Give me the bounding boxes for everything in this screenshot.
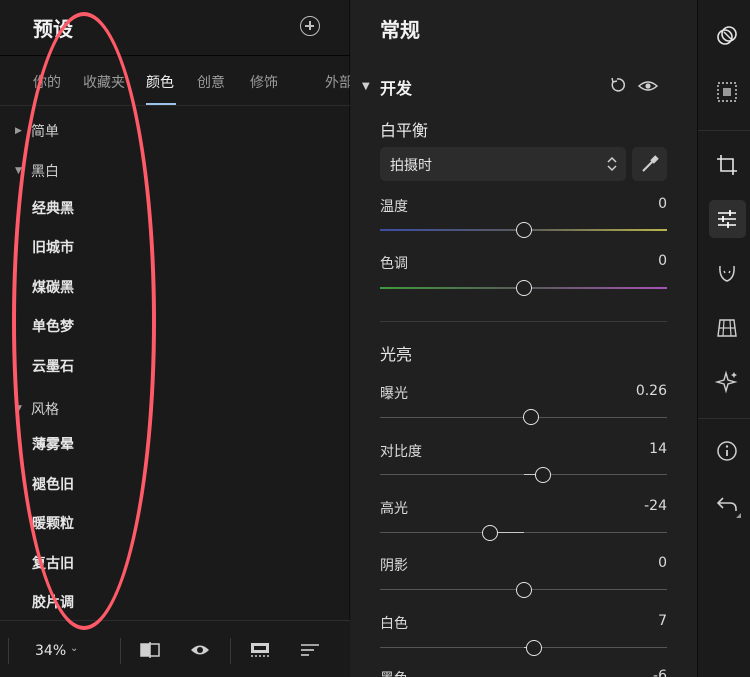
edit-panel-title: 常规 (380, 18, 420, 42)
slider-value-whites[interactable]: 7 (658, 613, 667, 629)
crop-icon[interactable] (715, 153, 739, 177)
group-label: 黑白 (31, 164, 59, 180)
group-style[interactable]: ▼ 风格 (0, 398, 300, 420)
toolbar-divider (8, 638, 9, 664)
tint-slider-thumb[interactable] (516, 280, 532, 296)
group-bw[interactable]: ▼ 黑白 (0, 160, 300, 182)
section-divider (380, 321, 667, 322)
slider-label-highlights: 高光 (380, 501, 408, 517)
slider-value-exposure[interactable]: 0.26 (636, 383, 667, 399)
slider-label-shadows: 阴影 (380, 558, 408, 574)
preset-item[interactable]: 胶片调 (32, 592, 74, 612)
section-expanded-arrow-icon[interactable]: ▼ (362, 81, 370, 92)
slider-value-blacks[interactable]: -6 (653, 668, 667, 677)
collapsed-arrow-icon: ▶ (15, 126, 22, 136)
zoom-level[interactable]: 34% (35, 643, 66, 659)
filmstrip-icon[interactable] (250, 642, 270, 658)
group-label: 简单 (31, 124, 59, 140)
reset-icon[interactable] (609, 77, 625, 93)
tab-external[interactable]: 外部 (325, 72, 350, 92)
tool-strip (697, 0, 750, 677)
ai-sparkle-icon[interactable] (715, 370, 739, 394)
eye-icon[interactable] (190, 642, 210, 658)
presets-panel: 预设 你的 收藏夹 颜色 创意 修饰 外部 ▶ 简单 ▼ 黑白 经典黑 旧城市 … (0, 0, 350, 677)
presets-header: 预设 (0, 0, 350, 56)
preset-item[interactable]: 褪色旧 (32, 474, 74, 494)
tab-creative[interactable]: 创意 (197, 72, 225, 92)
preset-item[interactable]: 暖颗粒 (32, 513, 74, 533)
toolbar-divider (120, 638, 121, 664)
compare-icon[interactable] (140, 642, 160, 658)
shadows-slider-thumb[interactable] (516, 582, 532, 598)
sort-icon[interactable] (300, 642, 320, 658)
exposure-slider-thumb[interactable] (523, 409, 539, 425)
tab-favorites[interactable]: 收藏夹 (83, 72, 125, 92)
slider-label-contrast: 对比度 (380, 444, 422, 460)
preset-tree: ▶ 简单 ▼ 黑白 经典黑 旧城市 煤碳黑 单色梦 云墨石 ▼ 风格 薄雾晕 褪… (0, 108, 350, 620)
eyedropper-button[interactable] (632, 147, 667, 181)
preset-item[interactable]: 旧城市 (32, 237, 74, 257)
white-balance-value: 拍摄时 (390, 158, 432, 174)
light-title: 光亮 (380, 345, 413, 364)
tab-color[interactable]: 颜色 (146, 72, 174, 92)
mask-icon[interactable] (715, 80, 739, 104)
whites-slider-thumb[interactable] (526, 640, 542, 656)
group-simple[interactable]: ▶ 简单 (0, 120, 300, 142)
eyedropper-icon (642, 155, 659, 172)
undo-expand-icon[interactable] (735, 512, 743, 520)
slider-label-whites: 白色 (380, 616, 408, 632)
slider-value-contrast[interactable]: 14 (649, 441, 667, 457)
presets-tabs: 你的 收藏夹 颜色 创意 修饰 外部 (0, 56, 350, 106)
expanded-arrow-icon: ▼ (15, 404, 22, 414)
white-balance-title: 白平衡 (380, 121, 429, 140)
contrast-slider-thumb[interactable] (535, 467, 551, 483)
adjust-icon[interactable] (715, 207, 739, 231)
preset-item[interactable]: 经典黑 (32, 198, 74, 218)
presets-title: 预设 (33, 17, 73, 41)
group-label: 风格 (31, 402, 59, 418)
toolbar-divider (230, 638, 231, 664)
presets-icon[interactable] (715, 24, 739, 48)
slider-value-temperature[interactable]: 0 (658, 196, 667, 212)
slider-value-highlights[interactable]: -24 (644, 498, 667, 514)
slider-label-blacks: 黑色 (380, 668, 408, 677)
active-tab-indicator (146, 103, 176, 105)
temperature-slider-thumb[interactable] (516, 222, 532, 238)
slider-label-temperature: 温度 (380, 199, 408, 215)
edit-panel: 常规 ▼ 开发 白平衡 拍摄时 温度 0 色调 0 光亮 曝光 0.26 对比度… (351, 0, 697, 677)
preset-item[interactable]: 复古旧 (32, 553, 74, 573)
slider-value-shadows[interactable]: 0 (658, 555, 667, 571)
preset-item[interactable]: 煤碳黑 (32, 277, 74, 297)
visibility-eye-icon[interactable] (638, 79, 658, 93)
slider-label-exposure: 曝光 (380, 386, 408, 402)
highlights-slider-thumb[interactable] (482, 525, 498, 541)
preset-item[interactable]: 薄雾晕 (32, 434, 74, 454)
expanded-arrow-icon: ▼ (15, 166, 22, 176)
slider-value-tint[interactable]: 0 (658, 253, 667, 269)
select-updown-icon (607, 156, 617, 172)
face-icon[interactable] (715, 260, 739, 284)
add-preset-button[interactable] (300, 16, 320, 36)
section-title[interactable]: 开发 (380, 75, 412, 99)
geometry-icon[interactable] (715, 316, 739, 340)
bottom-toolbar: 34% ⌄ (0, 620, 350, 677)
chevron-down-icon[interactable]: ⌄ (70, 643, 78, 654)
slider-label-tint: 色调 (380, 256, 408, 272)
preset-item[interactable]: 单色梦 (32, 316, 74, 336)
info-icon[interactable] (715, 439, 739, 463)
white-balance-select[interactable]: 拍摄时 (380, 147, 626, 181)
strip-divider (698, 418, 750, 419)
tab-yours[interactable]: 你的 (33, 72, 61, 92)
strip-divider (698, 130, 750, 131)
tab-retouch[interactable]: 修饰 (250, 72, 278, 92)
preset-item[interactable]: 云墨石 (32, 356, 74, 376)
